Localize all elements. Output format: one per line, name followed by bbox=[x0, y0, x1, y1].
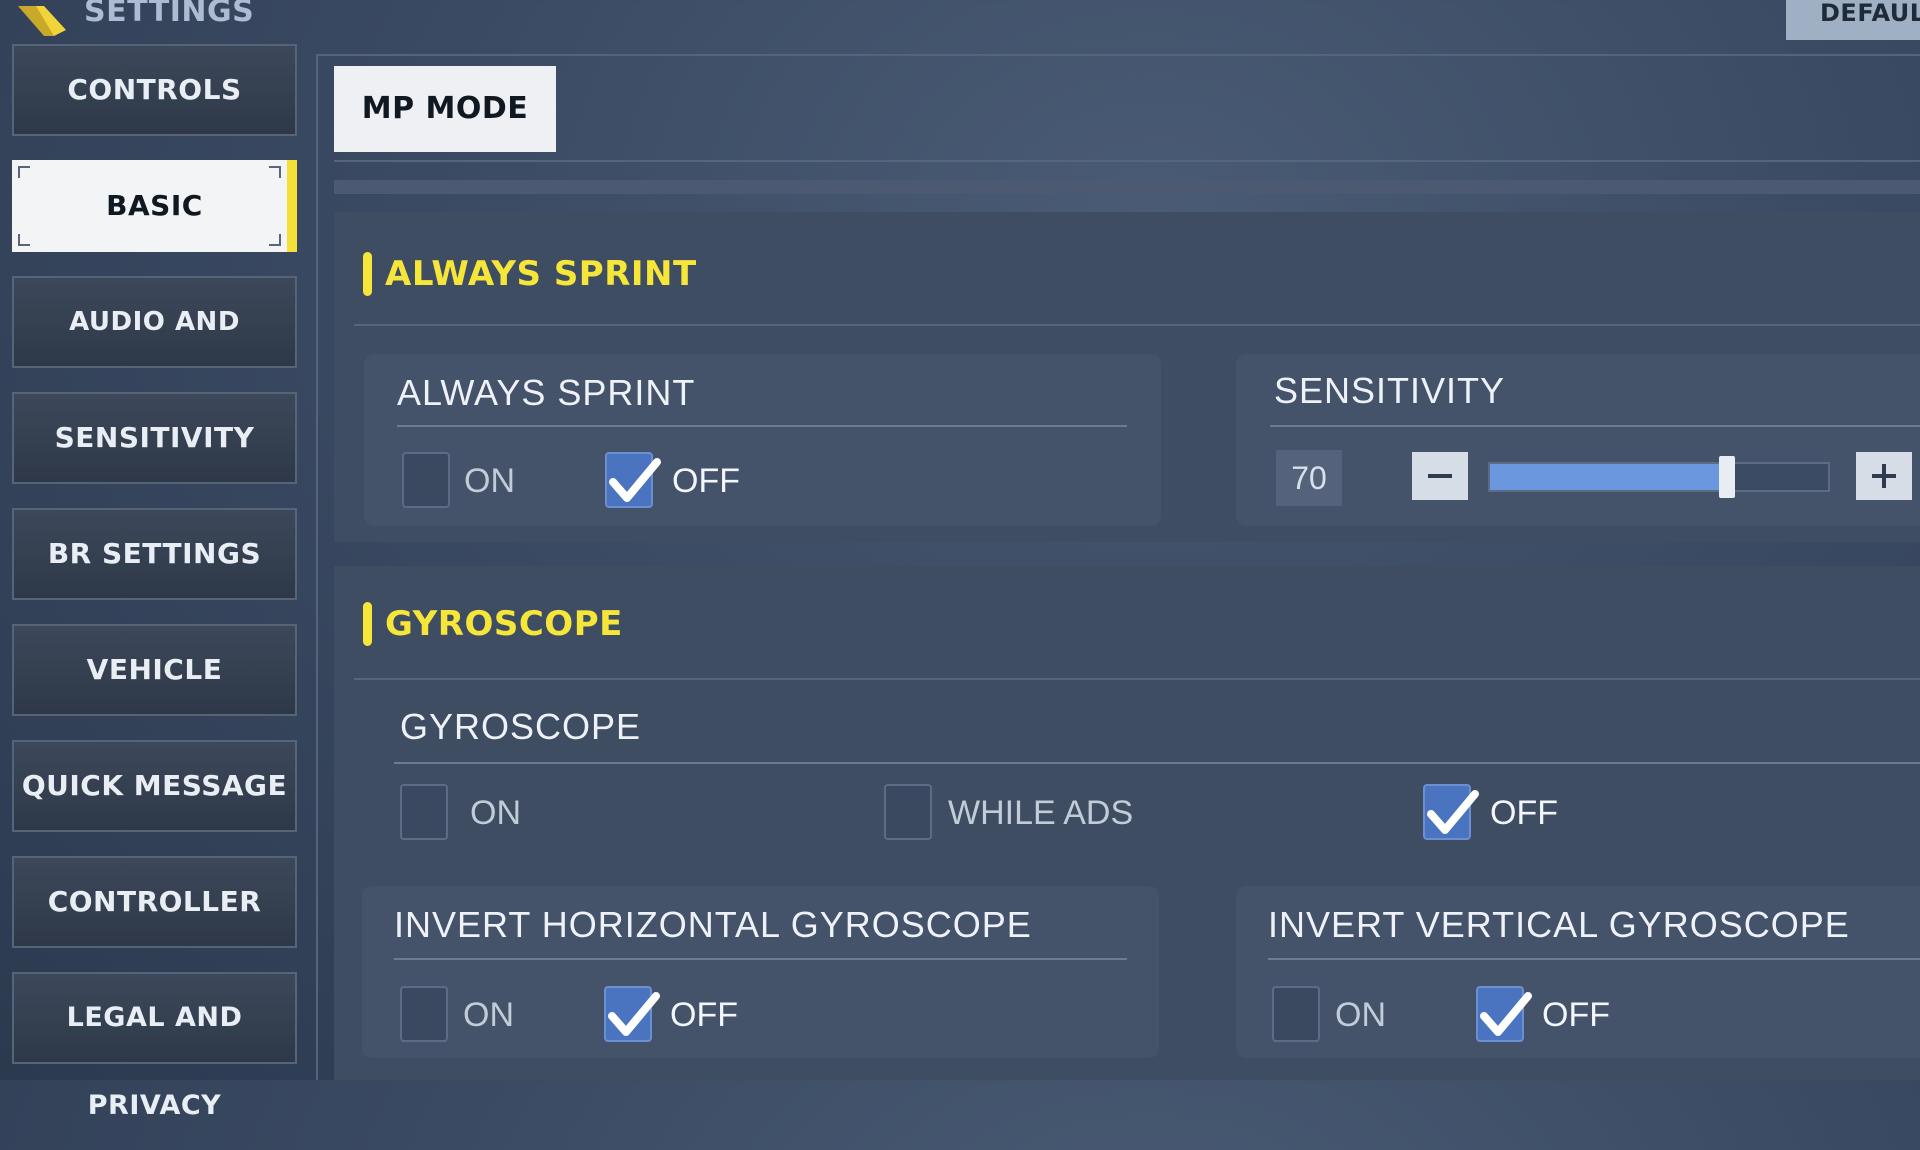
corner-bracket bbox=[18, 234, 30, 246]
section-divider bbox=[354, 324, 1920, 326]
card-divider bbox=[394, 958, 1127, 960]
sidebar-item-label: BR SETTINGS bbox=[47, 537, 262, 570]
card-divider bbox=[394, 762, 1920, 764]
section-title-gyroscope: GYROSCOPE bbox=[385, 604, 623, 644]
header-divider bbox=[316, 54, 1920, 56]
sidebar-item-br-settings[interactable]: BR SETTINGS bbox=[12, 508, 297, 600]
sidebar-item-sensitivity[interactable]: SENSITIVITY bbox=[12, 392, 297, 484]
invert-horizontal-on-checkbox[interactable] bbox=[400, 986, 448, 1042]
gyroscope-while-ads-checkbox[interactable] bbox=[884, 784, 932, 840]
sidebar-item-label: QUICK MESSAGE bbox=[21, 769, 288, 802]
minus-icon bbox=[1428, 474, 1452, 478]
gyroscope-title: GYROSCOPE bbox=[400, 706, 642, 747]
sidebar-item-basic[interactable]: BASIC bbox=[12, 160, 297, 252]
gyroscope-on-checkbox[interactable] bbox=[400, 784, 448, 840]
invert-vertical-on-checkbox[interactable] bbox=[1272, 986, 1320, 1042]
sidebar-item-label: SENSITIVITY bbox=[54, 421, 255, 454]
sidebar-item-audio-and-graphics[interactable]: AUDIO AND GRAPHICS bbox=[12, 276, 297, 425]
slider-fill bbox=[1490, 464, 1727, 490]
checkmark-icon bbox=[609, 458, 661, 502]
invert-vertical-off-label: OFF bbox=[1542, 996, 1610, 1034]
sensitivity-title: SENSITIVITY bbox=[1274, 370, 1506, 411]
sidebar-item-quick-message[interactable]: QUICK MESSAGE bbox=[12, 740, 297, 832]
default-button[interactable]: DEFAULT bbox=[1786, 0, 1920, 40]
checkmark-icon bbox=[1480, 992, 1532, 1036]
sidebar-item-label: CONTROLLER bbox=[47, 885, 262, 918]
invert-vertical-on-label: ON bbox=[1335, 996, 1386, 1034]
sidebar-item-label: CONTROLS bbox=[67, 73, 242, 106]
increase-button[interactable] bbox=[1856, 452, 1912, 500]
section-marker bbox=[363, 252, 372, 296]
gyroscope-while-ads-label: WHILE ADS bbox=[948, 794, 1134, 832]
always-sprint-on-checkbox[interactable] bbox=[402, 452, 450, 508]
section-divider bbox=[354, 678, 1920, 680]
sidebar-item-legal-and-privacy[interactable]: LEGAL AND PRIVACY bbox=[12, 972, 297, 1121]
checkmark-icon bbox=[608, 992, 660, 1036]
sidebar-item-controls[interactable]: CONTROLS bbox=[12, 44, 297, 136]
section-divider-band bbox=[334, 180, 1920, 194]
card-divider bbox=[397, 425, 1127, 427]
checkmark-icon bbox=[1427, 790, 1479, 834]
gyroscope-off-label: OFF bbox=[1490, 794, 1558, 832]
decrease-button[interactable] bbox=[1412, 452, 1468, 500]
sidebar-divider bbox=[316, 56, 318, 1080]
always-sprint-title: ALWAYS SPRINT bbox=[397, 372, 696, 413]
active-indicator bbox=[287, 160, 297, 252]
page-title: SETTINGS bbox=[84, 0, 255, 29]
gyroscope-off-checkbox[interactable] bbox=[1423, 784, 1479, 840]
corner-bracket bbox=[18, 166, 30, 178]
card-divider bbox=[1270, 425, 1920, 427]
invert-horizontal-on-label: ON bbox=[463, 996, 514, 1034]
corner-bracket bbox=[269, 166, 281, 178]
section-title-always-sprint: ALWAYS SPRINT bbox=[385, 254, 697, 294]
gyroscope-on-label: ON bbox=[470, 794, 521, 832]
invert-horizontal-title: INVERT HORIZONTAL GYROSCOPE bbox=[394, 904, 1032, 945]
sidebar-item-label: BASIC bbox=[106, 189, 203, 222]
sidebar-item-vehicle-settings[interactable]: VEHICLE SETTINGS bbox=[12, 624, 297, 774]
card-divider bbox=[1268, 958, 1920, 960]
always-sprint-off-checkbox[interactable] bbox=[605, 452, 661, 508]
invert-vertical-off-checkbox[interactable] bbox=[1476, 986, 1532, 1042]
sidebar-item-label: LEGAL AND PRIVACY bbox=[66, 1002, 243, 1121]
tab-mp-mode[interactable]: MP MODE bbox=[334, 66, 556, 152]
corner-bracket bbox=[269, 234, 281, 246]
invert-horizontal-off-label: OFF bbox=[670, 996, 738, 1034]
always-sprint-on-label: ON bbox=[464, 462, 515, 500]
always-sprint-off-label: OFF bbox=[672, 462, 740, 500]
invert-horizontal-off-checkbox[interactable] bbox=[604, 986, 660, 1042]
section-marker bbox=[363, 602, 372, 646]
slider-thumb[interactable] bbox=[1719, 456, 1735, 498]
invert-vertical-title: INVERT VERTICAL GYROSCOPE bbox=[1268, 904, 1850, 945]
tab-divider bbox=[334, 160, 1920, 162]
plus-icon bbox=[1872, 464, 1896, 488]
back-arrow-icon[interactable] bbox=[14, 0, 66, 36]
sensitivity-value[interactable]: 70 bbox=[1276, 450, 1342, 506]
sidebar-item-controller[interactable]: CONTROLLER bbox=[12, 856, 297, 948]
